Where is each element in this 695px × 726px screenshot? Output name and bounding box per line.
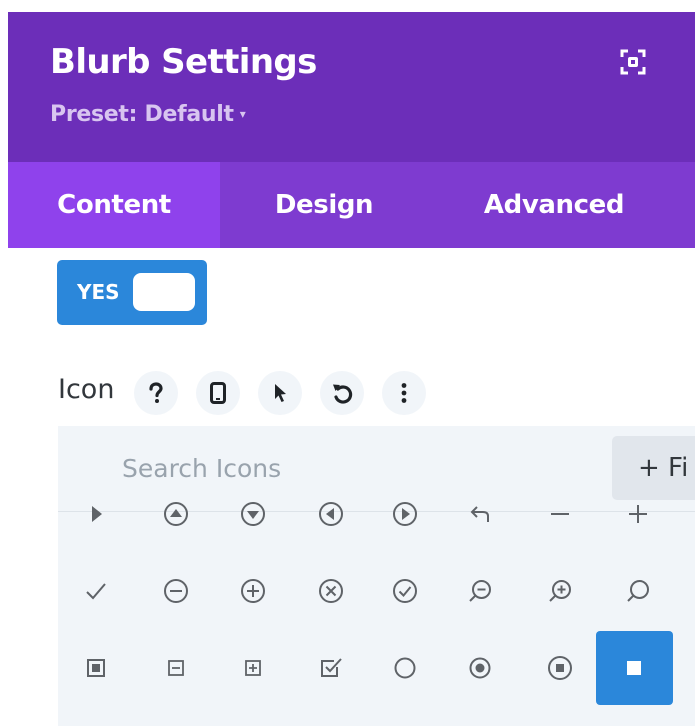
settings-tabs: Content Design Advanced: [8, 162, 695, 248]
circle-triangle-up-icon[interactable]: [162, 500, 190, 528]
plus-icon[interactable]: [624, 500, 652, 528]
more-button[interactable]: [382, 371, 426, 415]
arrow-back-icon[interactable]: [466, 500, 494, 528]
search-icons-input[interactable]: [58, 426, 598, 511]
minus-icon[interactable]: [546, 500, 574, 528]
reset-icon: [333, 384, 353, 404]
zoom-in-icon[interactable]: [546, 577, 574, 605]
selected-icon-cell[interactable]: [596, 631, 673, 705]
circle-triangle-right-icon[interactable]: [391, 500, 419, 528]
cursor-icon: [275, 384, 286, 402]
filter-button[interactable]: + Fi: [612, 436, 695, 500]
settings-header: Blurb Settings Preset: Default ▾: [8, 12, 695, 162]
toggle-knob[interactable]: [133, 273, 195, 311]
checkbox-icon[interactable]: [317, 654, 345, 682]
tab-advanced[interactable]: Advanced: [428, 162, 680, 248]
more-icon: [401, 383, 407, 403]
circle-stop-icon[interactable]: [546, 654, 574, 682]
circle-plus-icon[interactable]: [239, 577, 267, 605]
focus-mode-icon[interactable]: [620, 49, 646, 75]
toggle-label: YES: [77, 280, 120, 304]
circle-minus-icon[interactable]: [162, 577, 190, 605]
search-icon[interactable]: [624, 577, 652, 605]
help-icon: [149, 382, 163, 403]
tab-design[interactable]: Design: [220, 162, 428, 248]
square-minus-icon[interactable]: [162, 654, 190, 682]
tab-content[interactable]: Content: [8, 162, 220, 248]
circle-close-icon[interactable]: [317, 577, 345, 605]
check-icon[interactable]: [82, 577, 110, 605]
preset-label: Preset: Default: [50, 102, 234, 127]
search-divider: [58, 511, 695, 512]
preset-dropdown[interactable]: Preset: Default ▾: [50, 102, 246, 127]
responsive-button[interactable]: [196, 371, 240, 415]
hover-button[interactable]: [258, 371, 302, 415]
triangle-right-icon[interactable]: [82, 500, 110, 528]
radio-selected-icon[interactable]: [466, 654, 494, 682]
circle-outline-icon[interactable]: [391, 654, 419, 682]
help-button[interactable]: [134, 371, 178, 415]
reset-button[interactable]: [320, 371, 364, 415]
yes-toggle[interactable]: YES: [57, 260, 207, 325]
square-small-icon: [627, 661, 641, 675]
square-filled-icon[interactable]: [82, 654, 110, 682]
circle-triangle-left-icon[interactable]: [317, 500, 345, 528]
chevron-down-icon: ▾: [239, 107, 246, 121]
icon-field-label: Icon: [58, 374, 115, 405]
zoom-out-icon[interactable]: [466, 577, 494, 605]
circle-triangle-down-icon[interactable]: [239, 500, 267, 528]
page-title: Blurb Settings: [50, 42, 317, 82]
mobile-icon: [210, 382, 226, 404]
circle-check-icon[interactable]: [391, 577, 419, 605]
icon-picker: + Fi: [58, 426, 695, 726]
square-plus-icon[interactable]: [239, 654, 267, 682]
